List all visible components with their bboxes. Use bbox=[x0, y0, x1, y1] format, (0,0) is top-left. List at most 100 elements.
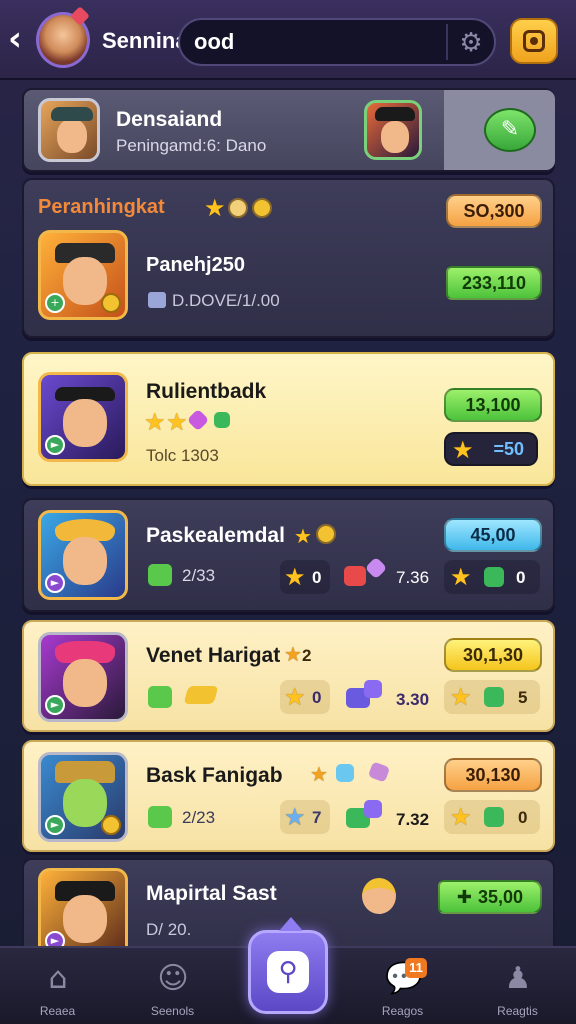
star-icon: ★ bbox=[284, 563, 306, 591]
gem-icon bbox=[367, 761, 391, 783]
player-card-2[interactable]: ► Rulientbadk ★ ★ Tolc 1303 13,100 ★ =50 bbox=[22, 352, 555, 486]
home-icon: ⌂ bbox=[48, 961, 68, 996]
coin-icon bbox=[228, 198, 248, 218]
stat-3: 3.30 bbox=[396, 690, 430, 709]
nav-label: Seenols bbox=[150, 1004, 195, 1018]
avatar[interactable] bbox=[36, 12, 90, 68]
top-card[interactable]: Densaiand Peningamd:6: Dano ✎ bbox=[22, 88, 555, 172]
cube-icon bbox=[336, 764, 354, 782]
level-badge-icon: ► bbox=[45, 573, 65, 593]
player-name: Paskealemdal bbox=[146, 524, 285, 547]
star-icon: ★ bbox=[452, 436, 474, 464]
user-icon: ♟ bbox=[504, 961, 532, 996]
nav-label: Reaea bbox=[39, 1004, 76, 1018]
coin-icon bbox=[101, 815, 121, 835]
header: ‹ Sennina ⚙ bbox=[0, 0, 576, 80]
player-name: Mapirtal Sast bbox=[146, 882, 277, 905]
gem-stat-chip: ★ 0 bbox=[444, 800, 540, 834]
player-name: Panehj250 bbox=[146, 254, 245, 276]
gem-icon bbox=[214, 412, 230, 428]
edit-icon[interactable]: ✎ bbox=[484, 108, 536, 152]
opponent-avatar bbox=[362, 878, 396, 914]
star-icon: ★ bbox=[450, 683, 472, 711]
nav-label: Reagtis bbox=[497, 1004, 538, 1018]
gear-icon[interactable]: ⚙ bbox=[456, 28, 486, 58]
search-box[interactable]: ⚙ bbox=[178, 18, 496, 66]
search-input[interactable] bbox=[194, 28, 444, 56]
plant-icon bbox=[148, 564, 172, 586]
stat-2: 0 bbox=[312, 568, 322, 587]
gem-icon bbox=[364, 556, 388, 580]
star-icon: ★ bbox=[166, 408, 188, 436]
top-card-portrait bbox=[38, 98, 100, 162]
cube-icon bbox=[364, 800, 382, 818]
player-name: Rulientbadk bbox=[146, 380, 267, 403]
card-icon bbox=[148, 292, 166, 308]
player-card-3[interactable]: ► Paskealemdal ★ 45,00 2/33 ★ 0 7.36 ★ 0 bbox=[22, 498, 555, 612]
coin-icon bbox=[316, 524, 336, 544]
level-badge-icon: ► bbox=[45, 435, 65, 455]
stat-1: 2/23 bbox=[182, 808, 216, 827]
player-name: Bask Fanigab bbox=[146, 764, 283, 787]
score-pill: 45,00 bbox=[444, 518, 542, 552]
nav-item-profile[interactable]: ☺ Seenols bbox=[115, 948, 230, 1024]
star-icon: ★ bbox=[284, 683, 306, 711]
top-card-name: Densaiand bbox=[116, 108, 223, 131]
search-divider bbox=[446, 24, 448, 60]
player-portrait: + bbox=[38, 230, 128, 320]
score-value: 35,00 bbox=[478, 887, 524, 907]
stat-3: 7.36 bbox=[396, 568, 430, 587]
stars-value: =50 bbox=[493, 439, 524, 459]
score-pill: 30,130 bbox=[444, 758, 542, 792]
score-pill: 13,100 bbox=[444, 388, 542, 422]
top-card-subtitle: Peningamd:6: Dano bbox=[116, 136, 267, 155]
value-pill: 233,110 bbox=[446, 266, 542, 300]
stat-2: 0 bbox=[312, 688, 322, 707]
player-card-5[interactable]: ► Bask Fanigab ★ 30,130 2/23 ★ 7 7.32 ★ … bbox=[22, 740, 555, 852]
star-stat-chip: ★ 0 bbox=[280, 560, 330, 594]
level-badge-icon: ► bbox=[45, 695, 65, 715]
score-pill: 30,1,30 bbox=[444, 638, 542, 672]
stars-value-pill: ★ =50 bbox=[444, 432, 538, 466]
plus-icon: ✚ bbox=[456, 887, 473, 908]
gem-icon bbox=[484, 687, 504, 707]
camera-button[interactable] bbox=[510, 18, 558, 64]
star-icon: ★ bbox=[144, 408, 166, 436]
search-icon: ⚲ bbox=[267, 951, 309, 993]
gold-bar-icon bbox=[183, 686, 219, 704]
level-badge-icon: + bbox=[45, 293, 65, 313]
player-card-1-heading: Peranhingkat bbox=[38, 196, 165, 218]
gem-icon bbox=[186, 408, 210, 432]
star-icon: ★ bbox=[204, 194, 226, 222]
stat-4: 0 bbox=[516, 568, 526, 587]
stat-3: 7.32 bbox=[396, 810, 430, 829]
plant-icon bbox=[148, 806, 172, 828]
stat-2: 7 bbox=[312, 808, 322, 827]
star-icon: ★ bbox=[450, 803, 472, 831]
score-pill: SO,300 bbox=[446, 194, 542, 228]
player-portrait: ► bbox=[38, 510, 128, 600]
player-card-1[interactable]: Peranhingkat ★ SO,300 + Panehj250 D.DOVE… bbox=[22, 178, 555, 338]
back-chevron-icon[interactable]: ‹ bbox=[8, 22, 22, 56]
plant-icon bbox=[148, 686, 172, 708]
star-icon: ★ bbox=[450, 563, 472, 591]
search-fab-button[interactable]: ⚲ bbox=[248, 917, 328, 1014]
cube-icon bbox=[364, 680, 382, 698]
nav-item-chat[interactable]: 💬 Reagos bbox=[345, 948, 460, 1024]
coin-icon bbox=[101, 293, 121, 313]
gem-icon bbox=[484, 807, 504, 827]
player-portrait: ► bbox=[38, 868, 128, 958]
star-icon: ★ bbox=[310, 762, 328, 786]
player-detail: Tolc 1303 bbox=[146, 446, 219, 465]
nav-item-home[interactable]: ⌂ Reaea bbox=[0, 948, 115, 1024]
star-stat-chip: ★ 7 bbox=[280, 800, 330, 834]
player-detail: D/ 20. bbox=[146, 920, 192, 939]
nav-item-user[interactable]: ♟ Reagtis bbox=[460, 948, 575, 1024]
coin-icon bbox=[252, 198, 272, 218]
gem-stat-chip: ★ 0 bbox=[444, 560, 540, 594]
player-card-4[interactable]: ► Venet Harigat ★ 2 30,1,30 ★ 0 3.30 ★ 5 bbox=[22, 620, 555, 732]
gem-icon bbox=[484, 567, 504, 587]
chest-icon bbox=[344, 566, 366, 586]
star-stat-chip: ★ 0 bbox=[280, 680, 330, 714]
stat-4: 5 bbox=[518, 688, 528, 707]
